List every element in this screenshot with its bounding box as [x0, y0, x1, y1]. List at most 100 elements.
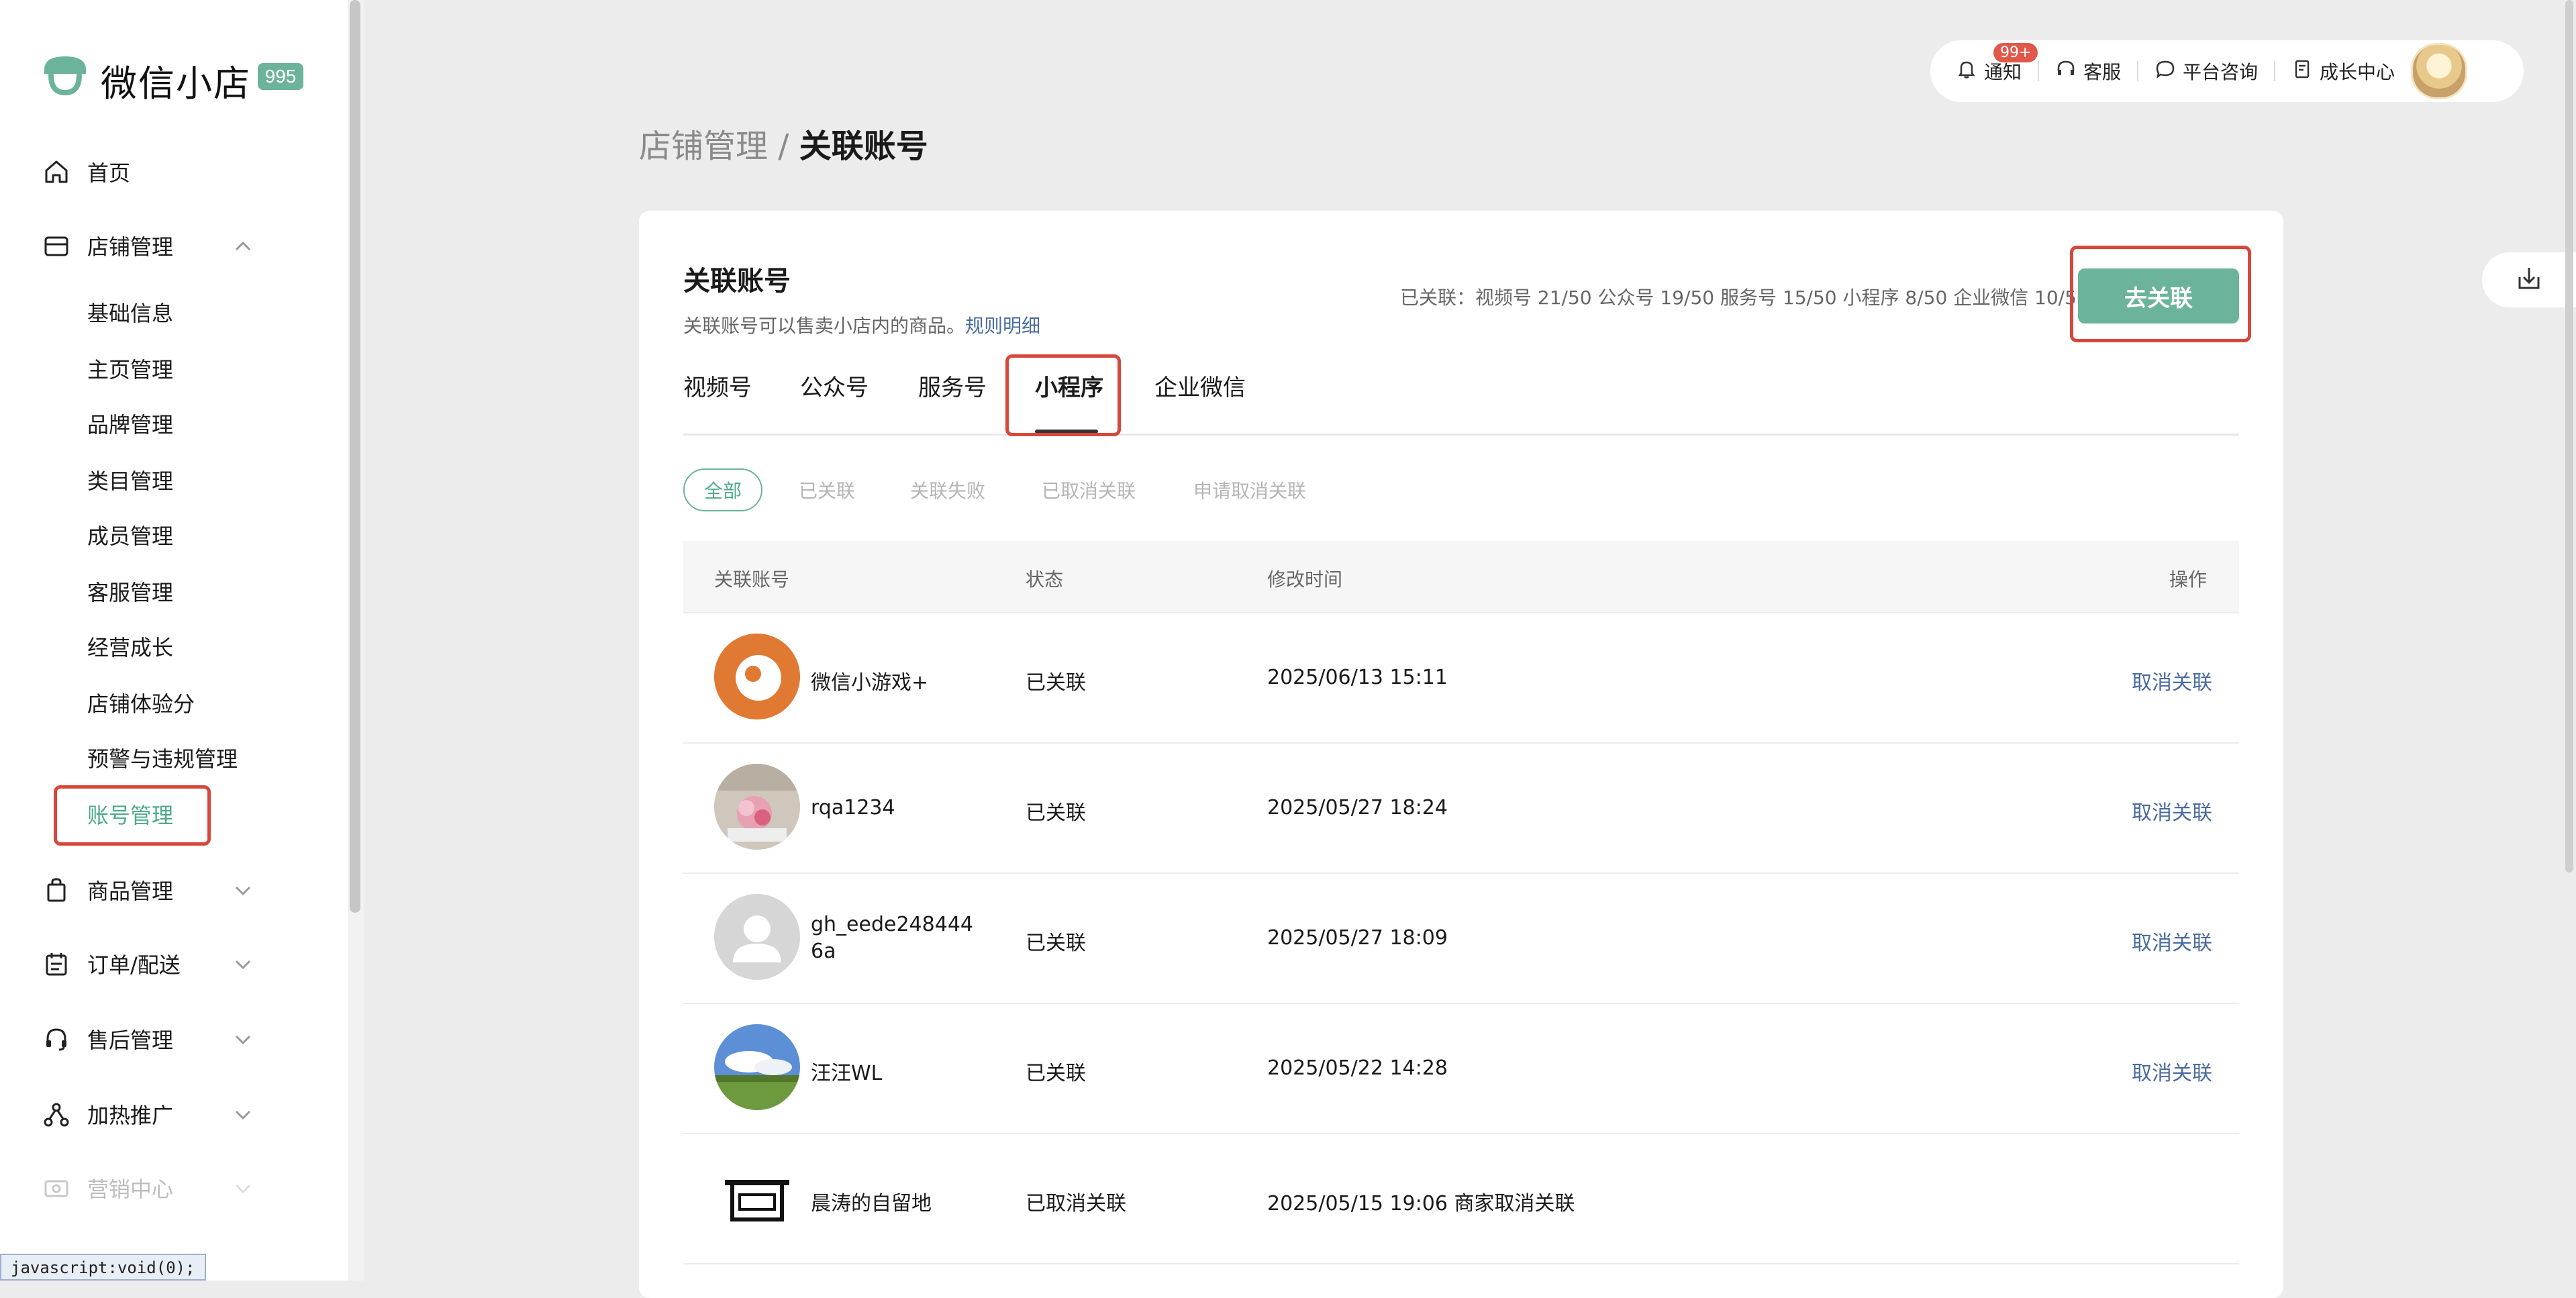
account-name-line1: gh_eede248444: [811, 913, 973, 936]
tab-service-account[interactable]: 服务号: [918, 369, 987, 402]
breadcrumb-parent[interactable]: 店铺管理: [639, 128, 768, 165]
filter-cancel-requested[interactable]: 申请取消关联: [1193, 468, 1306, 511]
headset-icon: [2055, 58, 2077, 85]
tabs-divider: [683, 434, 2239, 436]
customer-service-label: 客服: [2083, 61, 2122, 83]
page-title: 关联账号: [683, 266, 791, 297]
filter-linked[interactable]: 已关联: [799, 468, 855, 511]
home-icon: [42, 157, 71, 187]
highlight-box-go-link: [2070, 246, 2251, 342]
account-name: 微信小游戏+: [811, 671, 929, 695]
sidebar-item-members[interactable]: 成员管理: [87, 519, 173, 550]
sidebar-item-goods[interactable]: 商品管理: [42, 870, 310, 910]
divider: [2274, 61, 2276, 81]
divider: [2038, 61, 2040, 81]
modified-time: 2025/05/27 18:09: [1267, 926, 1448, 950]
divider: [2137, 61, 2139, 81]
headset-icon: [42, 1024, 71, 1054]
sidebar-item-label: 首页: [87, 160, 131, 186]
sidebar-item-label: 店铺管理: [87, 234, 174, 260]
sidebar-item-growth[interactable]: 经营成长: [87, 631, 173, 662]
tab-official-account[interactable]: 公众号: [800, 369, 869, 402]
sidebar-item-basic-info[interactable]: 基础信息: [87, 297, 173, 328]
sidebar-item-customer-service[interactable]: 客服管理: [87, 576, 173, 607]
unlink-button[interactable]: 取消关联: [2132, 1056, 2212, 1086]
chevron-down-icon: [230, 1026, 256, 1052]
row-divider: [683, 1133, 2239, 1134]
download-icon: [2514, 264, 2544, 297]
tab-wecom[interactable]: 企业微信: [1154, 369, 1246, 402]
default-avatar-icon: [714, 894, 800, 980]
wechat-store-logo-icon: [42, 52, 89, 97]
chevron-down-icon: [230, 1101, 256, 1128]
sidebar-item-category[interactable]: 类目管理: [87, 464, 173, 495]
column-header-action: 操作: [2169, 568, 2208, 591]
rules-link[interactable]: 规则明细: [965, 315, 1040, 337]
growth-center-button[interactable]: 成长中心: [2291, 58, 2395, 85]
unlink-button[interactable]: 取消关联: [2132, 796, 2212, 826]
export-button[interactable]: [2482, 252, 2576, 307]
avatar: [714, 1024, 800, 1110]
calendar-icon: [42, 949, 71, 979]
sidebar-item-orders[interactable]: 订单/配送: [42, 944, 310, 984]
sidebar-item-label: 加热推广: [87, 1103, 174, 1128]
notification-count-badge: 99+: [1993, 43, 2038, 62]
status-bar-url: javascript:void(0);: [0, 1254, 206, 1281]
chevron-down-icon: [230, 950, 256, 977]
description-text: 关联账号可以售卖小店内的商品。: [683, 315, 966, 337]
account-status: 已关联: [1026, 801, 1086, 825]
table-header: [683, 541, 2239, 613]
avatar: [714, 634, 800, 719]
modified-time: 2025/05/22 14:28: [1267, 1056, 1448, 1080]
furniture-logo-icon: [714, 1154, 800, 1240]
sidebar-item-home[interactable]: 首页: [42, 152, 310, 192]
sidebar-item-marketing[interactable]: 营销中心: [42, 1168, 310, 1208]
sidebar-item-experience-score[interactable]: 店铺体验分: [87, 687, 195, 718]
notification-button[interactable]: 通知 99+: [1956, 43, 2038, 85]
coupon-icon: [42, 1173, 71, 1203]
account-name-line2: 6a: [811, 940, 836, 963]
filter-all[interactable]: 全部: [683, 468, 762, 511]
column-header-status: 状态: [1026, 568, 1064, 591]
growth-center-label: 成长中心: [2320, 61, 2395, 83]
unlink-button[interactable]: 取消关联: [2132, 926, 2212, 956]
row-divider: [683, 742, 2239, 744]
row-divider: [683, 872, 2239, 874]
account-status: 已关联: [1026, 932, 1086, 955]
account-name: rqa1234: [811, 796, 895, 819]
linked-accounts-card: [639, 211, 2283, 1298]
filter-cancelled[interactable]: 已取消关联: [1042, 468, 1136, 511]
highlight-box-account-management: [54, 785, 211, 846]
avatar: [714, 764, 800, 850]
sidebar-item-homepage[interactable]: 主页管理: [87, 353, 173, 384]
filter-failed[interactable]: 关联失败: [910, 468, 985, 511]
tab-channels[interactable]: 视频号: [683, 369, 752, 402]
sidebar-item-promote[interactable]: 加热推广: [42, 1094, 310, 1134]
platform-consult-button[interactable]: 平台咨询: [2154, 58, 2258, 85]
highlight-box-mini-program-tab: [1005, 354, 1121, 436]
sidebar-item-label: 售后管理: [87, 1028, 174, 1053]
unlink-button[interactable]: 取消关联: [2132, 666, 2212, 695]
sidebar-item-brand[interactable]: 品牌管理: [87, 408, 173, 439]
account-status: 已取消关联: [1026, 1192, 1126, 1215]
sidebar-item-aftersale[interactable]: 售后管理: [42, 1019, 310, 1059]
column-header-account: 关联账号: [714, 568, 790, 591]
chevron-down-icon: [230, 1175, 256, 1201]
linked-stats: 已关联：视频号 21/50 公众号 19/50 服务号 15/50 小程序 8/…: [1400, 287, 2089, 309]
network-icon: [42, 1099, 71, 1129]
customer-service-button[interactable]: 客服: [2055, 58, 2121, 85]
sidebar-scrollbar-thumb[interactable]: [350, 0, 360, 913]
row-divider: [683, 1263, 2239, 1264]
sidebar-item-label: 营销中心: [87, 1177, 174, 1202]
logo-text: 微信小店: [101, 62, 251, 105]
top-toolbar: 通知 99+ 客服 平台咨询 成长中心: [1930, 40, 2524, 102]
card-description: 关联账号可以售卖小店内的商品。规则明细: [683, 311, 1040, 338]
row-divider: [683, 1003, 2239, 1004]
modified-time: 2025/05/27 18:24: [1267, 796, 1448, 819]
bell-icon: [1956, 58, 1977, 85]
document-icon: [2291, 58, 2313, 85]
sidebar-item-warnings[interactable]: 预警与违规管理: [87, 742, 238, 773]
page-scrollbar-thumb[interactable]: [2565, 0, 2573, 872]
sidebar-item-store-management[interactable]: 店铺管理: [42, 226, 310, 266]
user-avatar[interactable]: [2411, 43, 2468, 99]
